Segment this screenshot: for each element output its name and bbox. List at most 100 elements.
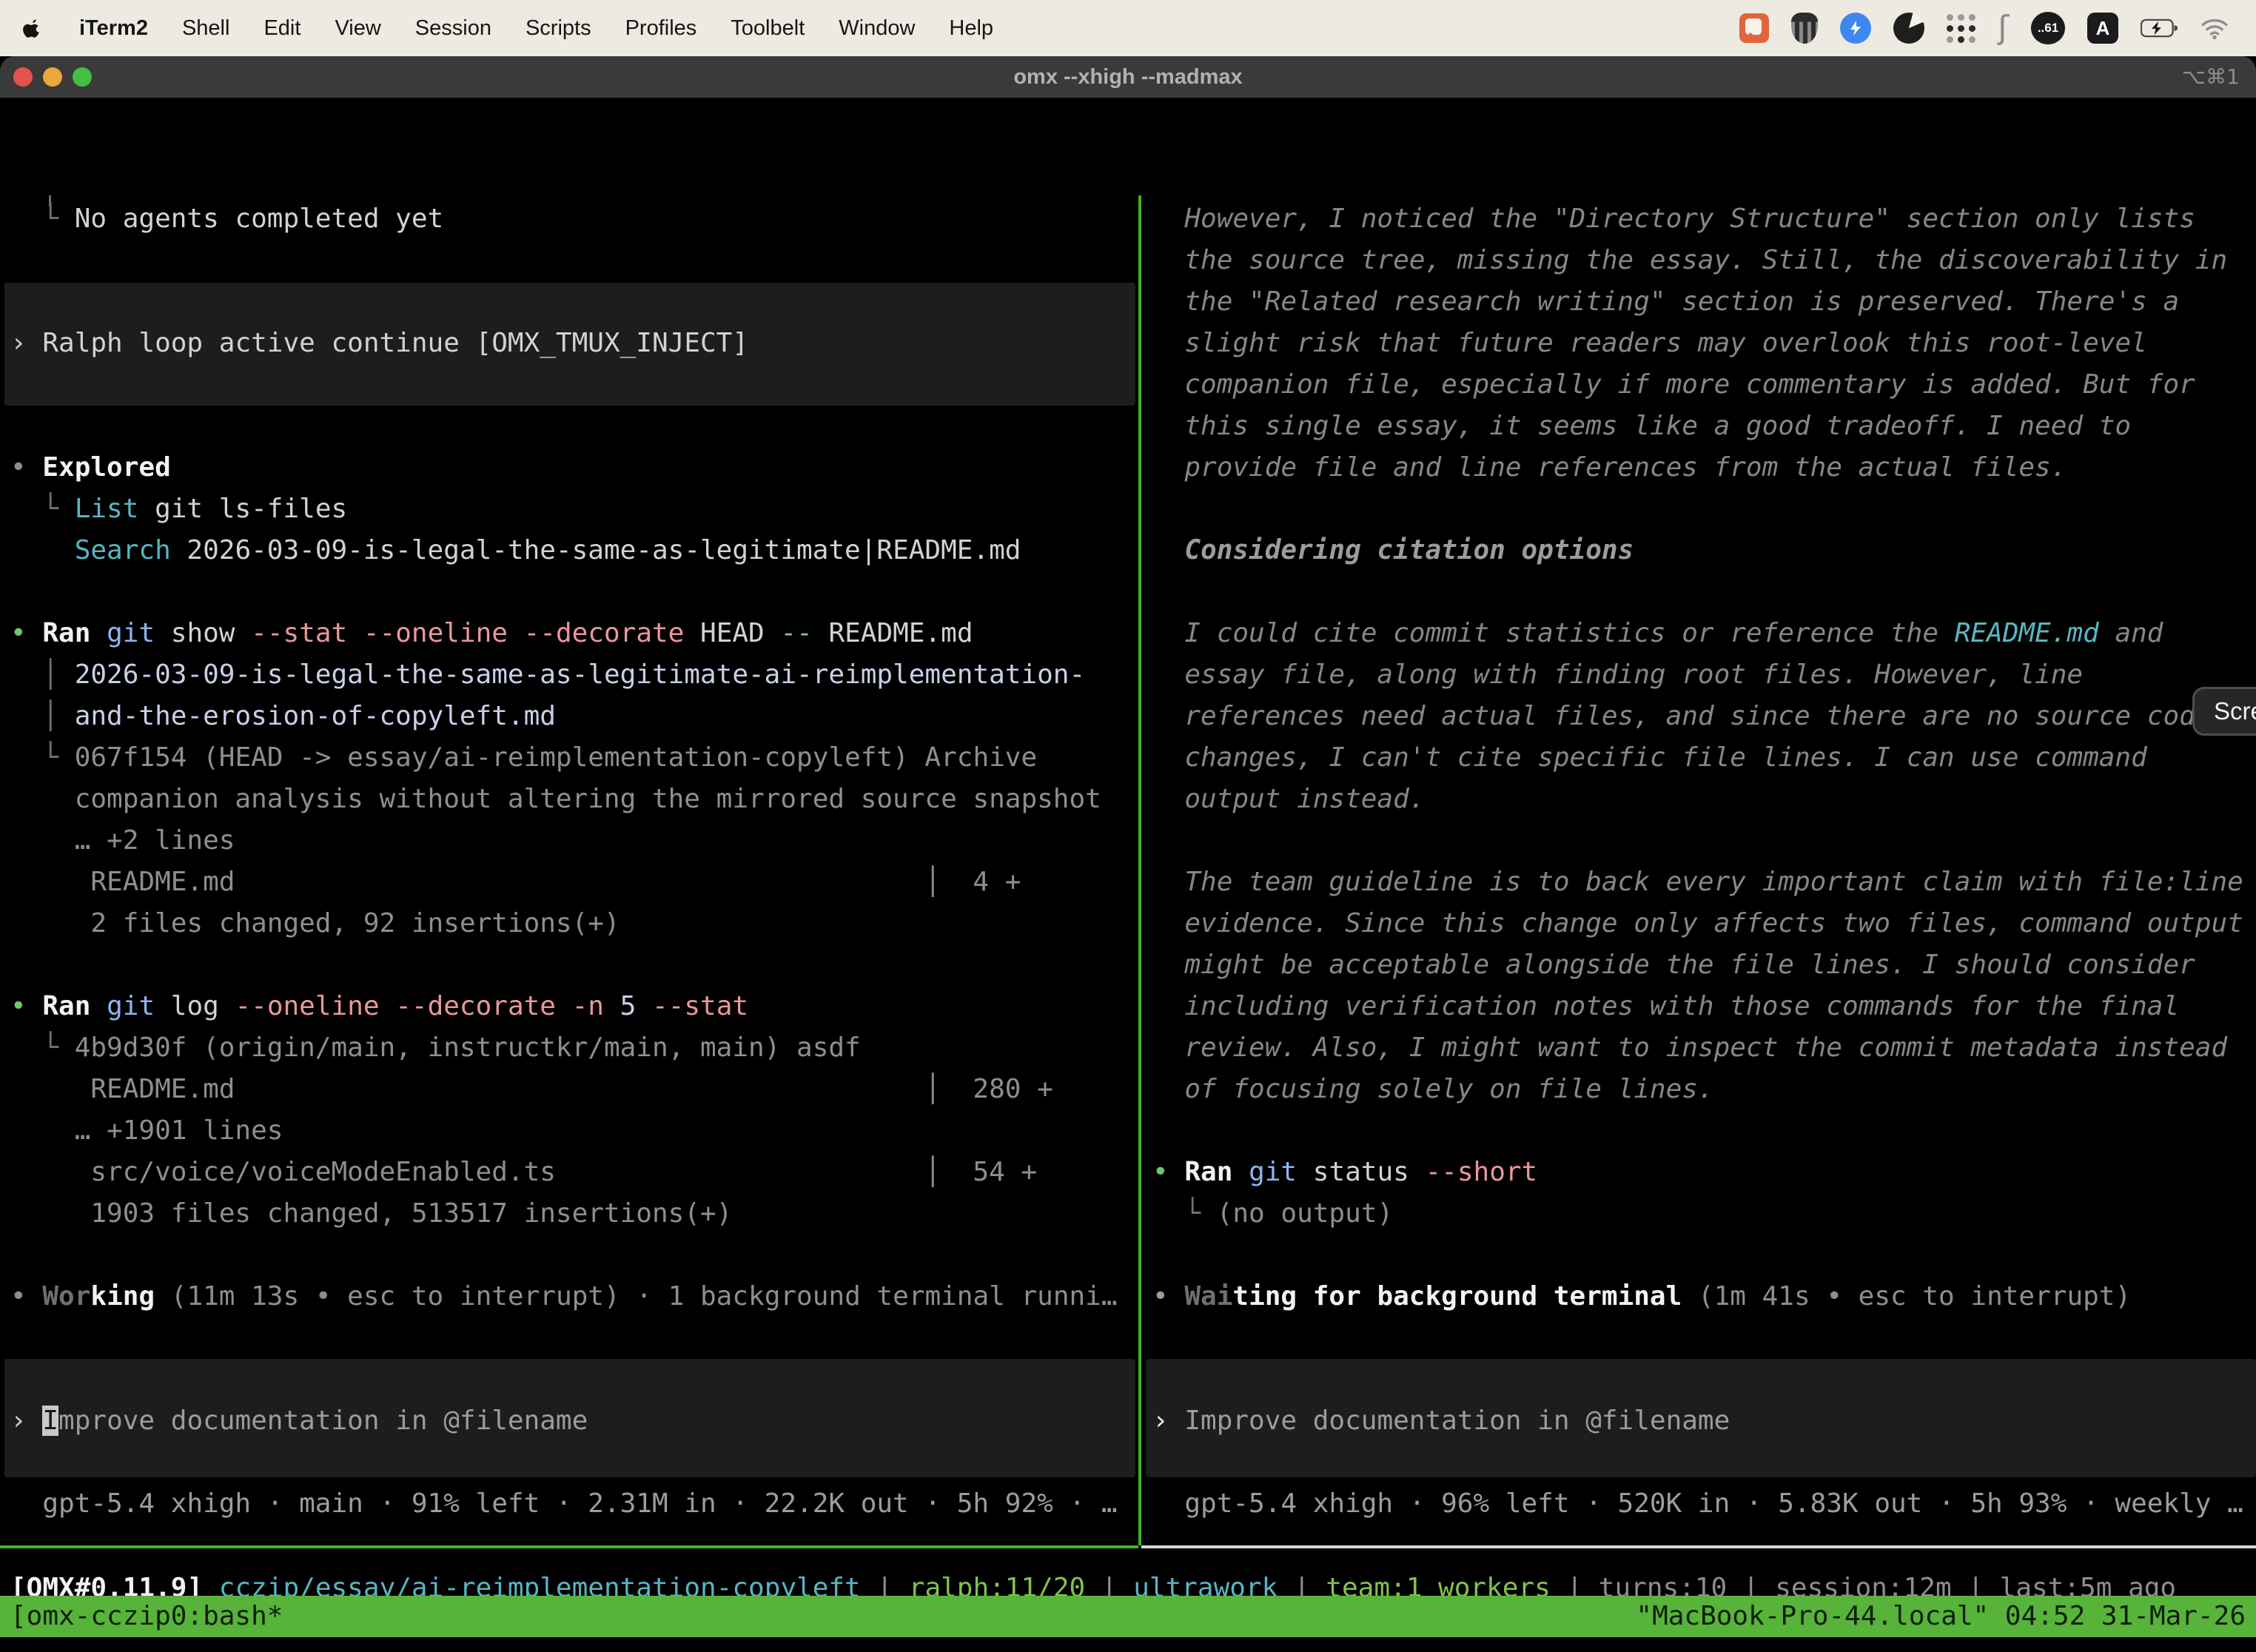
left-pane-border [0,1545,1138,1548]
ralph-loop-prompt[interactable]: › Ralph loop active continue [OMX_TMUX_I… [10,323,748,364]
window-shortcut-badge: ⌥⌘1 [2182,56,2240,98]
terminal-text-segment: 2 files changed, 92 insertions(+) [10,908,620,939]
terminal-line: └ List git ls-files [10,488,347,530]
terminal-text-segment: might be acceptable alongside the file l… [1152,950,2195,980]
terminal-line: 2 files changed, 92 insertions(+) [10,903,620,944]
terminal-text-segment: Ran [1184,1157,1232,1187]
terminal-line: └ (no output) [1152,1193,1393,1235]
terminal-text-segment: └ [10,494,75,524]
terminal-line: • Waiting for background terminal (1m 41… [1152,1276,2131,1317]
shield-icon[interactable] [1791,13,1818,44]
terminal-text-segment: Ran [42,618,90,648]
tmux-host-clock: "MacBook-Pro-44.local" 04:52 31-Mar-26 [1636,1596,2246,1637]
battery-icon[interactable] [2141,19,2179,38]
right-pane-border [1141,1545,2256,1548]
terminal-text-segment: --short [1426,1157,1538,1187]
terminal-text-segment: git [1249,1157,1297,1187]
terminal-text-segment: git [107,618,155,648]
terminal-line: changes, I can't cite specific file line… [1152,737,2147,779]
terminal-text-segment: README.md │ 4 + [10,867,1021,897]
terminal-text-segment: Ran [42,991,90,1021]
menu-item-help[interactable]: Help [949,16,993,41]
terminal-text-segment: └ [10,742,75,773]
pie-icon[interactable] [1893,13,1924,44]
terminal-line: companion analysis without altering the … [10,779,1101,820]
text-cursor: I [42,1406,58,1436]
wifi-icon[interactable] [2201,17,2228,39]
badge-61-icon[interactable]: ..61 [2031,12,2065,44]
terminal-text-segment [1232,1157,1249,1187]
terminal-line: companion file, especially if more comme… [1152,364,2195,406]
terminal-text-segment: this single essay, it seems like a good … [1152,411,2131,441]
terminal-line: README.md │ 4 + [10,862,1021,903]
terminal-text-segment: git [107,991,155,1021]
menu-item-toolbelt[interactable]: Toolbelt [731,16,805,41]
window-title-bar: omx --xhigh --madmax ⌥⌘1 [0,56,2256,98]
terminal-line: review. Also, I might want to inspect th… [1152,1027,2227,1069]
terminal-text-segment: Considering citation options [1152,535,1634,565]
left-prompt-input[interactable]: › Improve documentation in @filename [10,1400,588,1442]
terminal-text-segment: references need actual files, and since … [1152,701,2211,731]
terminal-text-segment: • [10,452,42,483]
terminal-line: │ and-the-erosion-of-copyleft.md [10,696,556,737]
terminal-line: evidence. Since this change only affects… [1152,903,2243,944]
menu-item-edit[interactable]: Edit [263,16,301,41]
terminal-text-segment: • [10,991,42,1021]
terminal-text-segment [90,618,107,648]
hook-icon[interactable]: ʃ [1998,13,2009,43]
menu-item-window[interactable]: Window [839,16,915,41]
terminal-text-segment: review. Also, I might want to inspect th… [1152,1032,2227,1063]
terminal-text-segment: HEAD [684,618,780,648]
sync-icon[interactable] [1840,13,1871,44]
terminal-text-segment: Wai [1184,1281,1232,1312]
terminal-line: The team guideline is to back every impo… [1152,862,2243,903]
terminal-text-segment: │ [10,659,75,690]
terminal-text-segment: └ [10,204,75,234]
terminal-text-segment: (1m 41s • esc to interrupt) [1682,1281,2131,1312]
window-title: omx --xhigh --madmax [0,56,2256,98]
terminal-text-segment: • [10,1281,42,1312]
chat-icon[interactable] [1739,13,1769,43]
terminal-line: └ 067f154 (HEAD -> essay/ai-reimplementa… [10,737,1037,779]
terminal-text-segment: essay file, along with finding root file… [1152,659,2083,690]
terminal-text-segment: › [1152,1406,1184,1436]
tmux-session-label: [omx-cczip0:bash* [10,1596,283,1637]
terminal-line: gpt-5.4 xhigh · 96% left · 520K in · 5.8… [1152,1483,2243,1525]
menu-item-profiles[interactable]: Profiles [625,16,697,41]
terminal-line: └ 4b9d30f (origin/main, instructkr/main,… [10,1027,861,1069]
terminal-text-segment: ting for background terminal [1232,1281,1682,1312]
terminal-line: gpt-5.4 xhigh · main · 91% left · 2.31M … [10,1483,1118,1525]
terminal-text-segment: I could cite commit statistics or refere… [1152,618,1955,648]
apple-menu-icon[interactable] [22,17,42,39]
terminal-text-segment: Explored [42,452,170,483]
terminal-text-segment: • [1152,1157,1184,1187]
terminal-text-segment: 1903 files changed, 513517 insertions(+) [10,1198,732,1229]
pane-divider[interactable] [1138,195,1141,1545]
terminal-text-segment: … +1901 lines [10,1115,283,1146]
tmux-status-bar: [omx-cczip0:bash* "MacBook-Pro-44.local"… [0,1596,2256,1637]
menu-item-scripts[interactable]: Scripts [526,16,591,41]
menu-item-shell[interactable]: Shell [182,16,230,41]
terminal-text-segment: Ralph loop active continue [OMX_TMUX_INJ… [42,328,748,358]
terminal-text-segment: 4b9d30f (origin/main, instructkr/main, m… [75,1032,861,1063]
terminal-text-segment: the "Related research writing" section i… [1152,286,2179,317]
terminal-text-segment: README.md [1955,618,2099,648]
screen-tooltip[interactable]: Scre [2192,687,2256,736]
right-prompt-input[interactable]: › Improve documentation in @filename [1152,1400,1730,1442]
menu-item-view[interactable]: View [335,16,380,41]
terminal-line: I could cite commit statistics or refere… [1152,613,2163,654]
terminal-text-segment [10,535,75,565]
terminal-line: slight risk that future readers may over… [1152,323,2147,364]
menu-item-session[interactable]: Session [415,16,491,41]
menu-item-iterm2[interactable]: iTerm2 [79,16,148,41]
terminal-text-segment: However, I noticed the "Directory Struct… [1152,204,2195,234]
terminal-text-segment: • [10,618,42,648]
terminal-text-segment: including verification notes with those … [1152,991,2179,1021]
terminal-text-segment: changes, I can't cite specific file line… [1152,742,2147,773]
grid-icon[interactable] [1947,14,1975,43]
terminal-text-segment: git ls-files [138,494,347,524]
terminal-line: • Working (11m 13s • esc to interrupt) ·… [10,1276,1118,1317]
input-source-icon[interactable]: A [2087,13,2118,44]
terminal-line: this single essay, it seems like a good … [1152,406,2131,447]
terminal-line: the source tree, missing the essay. Stil… [1152,240,2227,281]
